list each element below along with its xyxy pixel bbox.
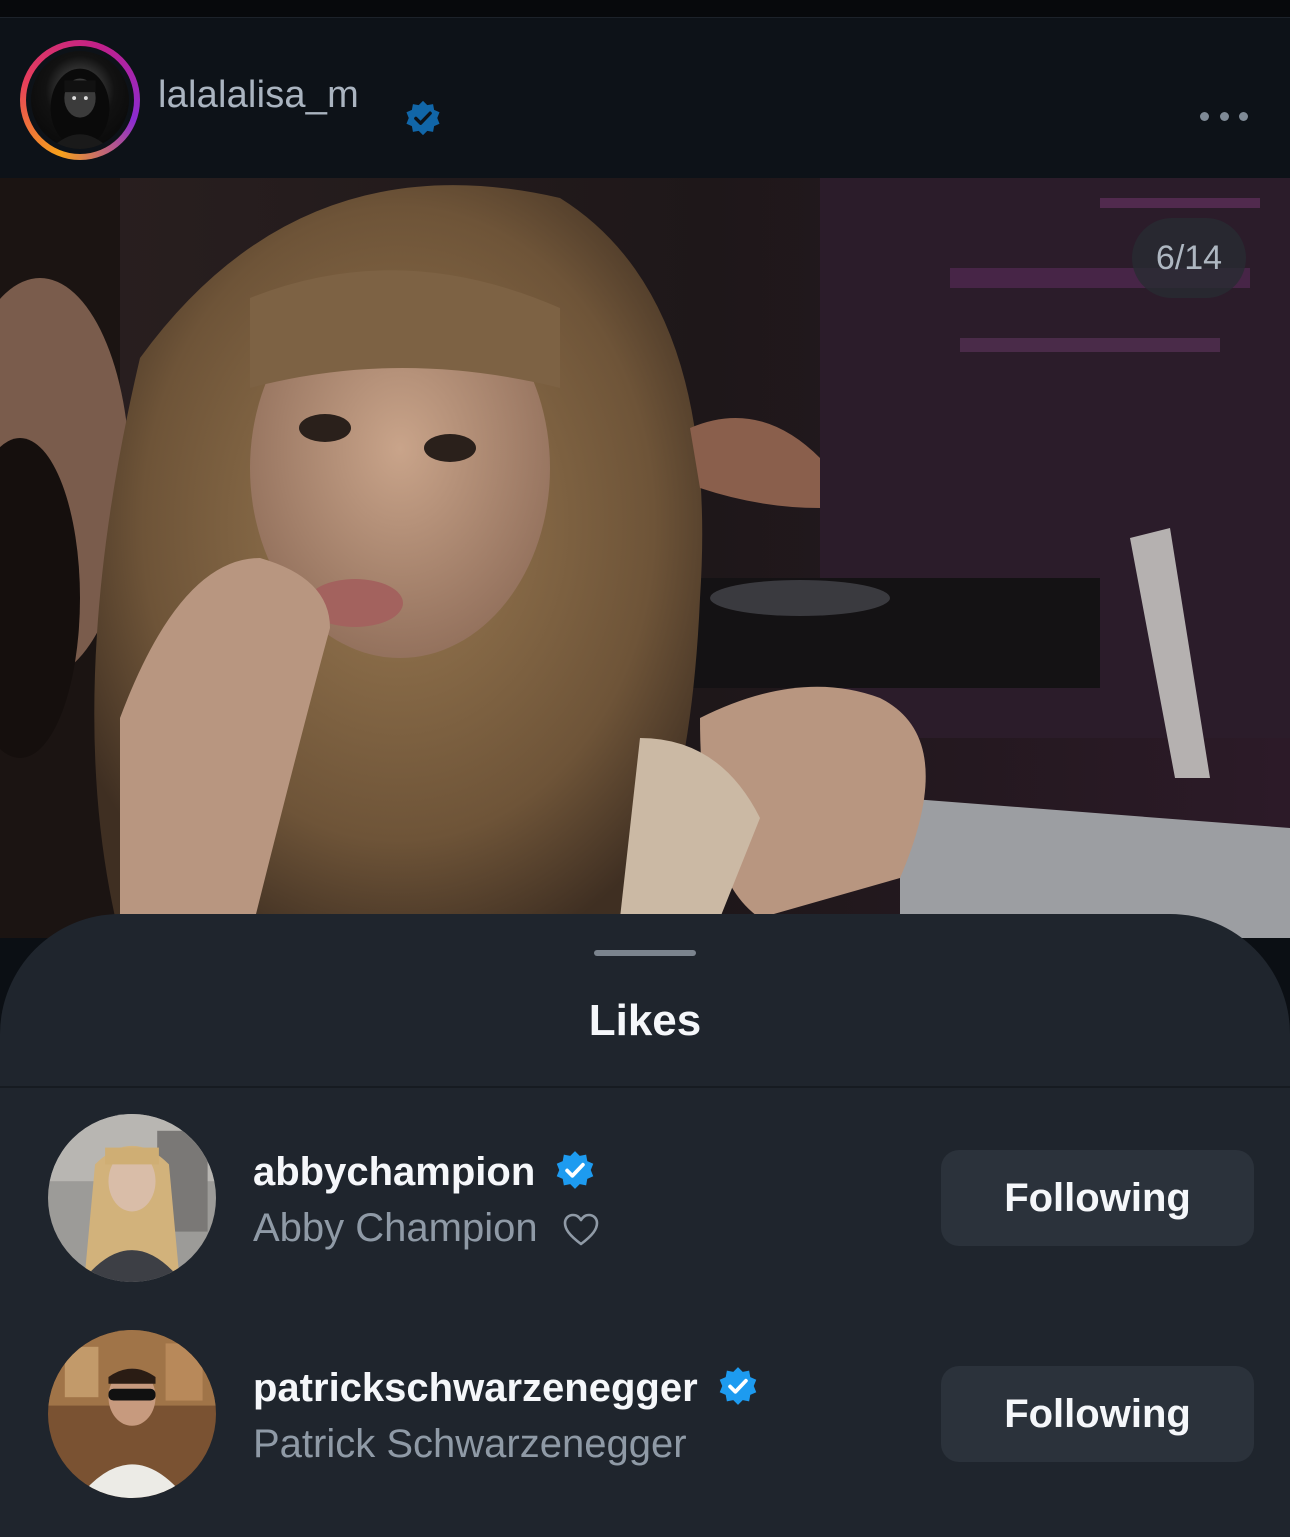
avatar[interactable] bbox=[48, 1114, 216, 1282]
photo-counter-badge: 6/14 bbox=[1132, 218, 1246, 298]
list-item[interactable]: patrickschwarzenegger Patrick Schwarzene… bbox=[0, 1330, 1290, 1530]
sheet-title: Likes bbox=[588, 996, 702, 1045]
status-bar-edge bbox=[0, 0, 1290, 18]
dot-icon bbox=[1239, 111, 1248, 121]
more-options-button[interactable] bbox=[1196, 98, 1252, 134]
heart-icon bbox=[563, 1214, 599, 1246]
divider bbox=[0, 1086, 1290, 1088]
dot-icon bbox=[1200, 111, 1209, 121]
sheet-drag-handle[interactable] bbox=[594, 950, 696, 956]
verified-badge-icon bbox=[557, 1151, 594, 1190]
avatar[interactable] bbox=[48, 1330, 216, 1498]
verified-badge-icon bbox=[406, 100, 440, 136]
post-header: lalalalisa_m bbox=[0, 18, 1290, 178]
profile-avatar-story-ring[interactable] bbox=[20, 40, 140, 160]
user-full-name: Abby Champion bbox=[253, 1206, 538, 1250]
post-username[interactable]: lalalalisa_m bbox=[158, 74, 359, 117]
dot-icon bbox=[1219, 111, 1229, 121]
following-button[interactable]: Following bbox=[941, 1366, 1254, 1462]
user-handle[interactable]: patrickschwarzenegger bbox=[253, 1366, 698, 1410]
avatar bbox=[31, 51, 129, 149]
list-item[interactable]: abbychampion Abby Champion Following bbox=[0, 1114, 1290, 1314]
user-handle[interactable]: abbychampion bbox=[253, 1150, 535, 1194]
likes-bottom-sheet: Likes abbychampion Abby Champion Followi… bbox=[0, 914, 1290, 1537]
user-full-name: Patrick Schwarzenegger bbox=[253, 1422, 687, 1466]
verified-badge-icon bbox=[719, 1367, 757, 1406]
following-button[interactable]: Following bbox=[941, 1150, 1254, 1246]
post-photo[interactable] bbox=[0, 178, 1290, 938]
